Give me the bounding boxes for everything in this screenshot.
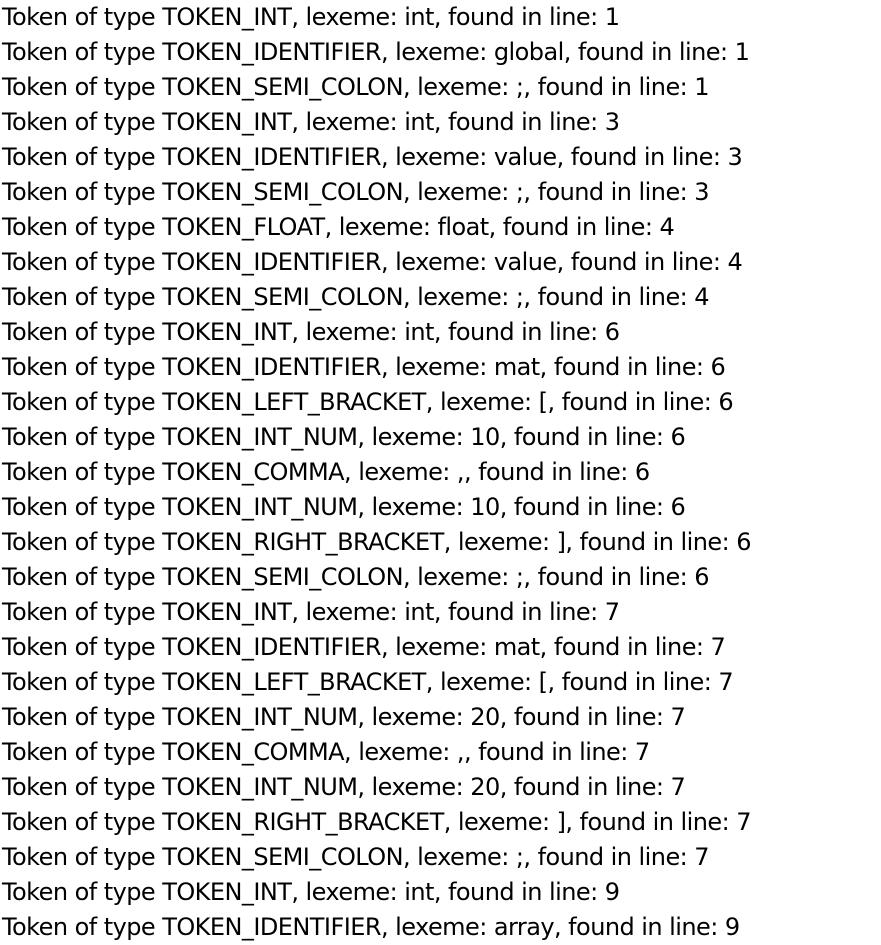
token-line: Token of type TOKEN_SEMI_COLON, lexeme: …	[2, 843, 710, 871]
token-line: Token of type TOKEN_COMMA, lexeme: ,, fo…	[2, 458, 650, 486]
token-line: Token of type TOKEN_COMMA, lexeme: ,, fo…	[2, 738, 650, 766]
token-line: Token of type TOKEN_INT_NUM, lexeme: 10,…	[2, 493, 686, 521]
token-line: Token of type TOKEN_FLOAT, lexeme: float…	[2, 213, 675, 241]
token-line: Token of type TOKEN_SEMI_COLON, lexeme: …	[2, 178, 710, 206]
token-line: Token of type TOKEN_SEMI_COLON, lexeme: …	[2, 563, 710, 591]
token-line: Token of type TOKEN_RIGHT_BRACKET, lexem…	[2, 528, 752, 556]
token-line: Token of type TOKEN_SEMI_COLON, lexeme: …	[2, 283, 710, 311]
token-line: Token of type TOKEN_IDENTIFIER, lexeme: …	[2, 143, 743, 171]
token-line: Token of type TOKEN_LEFT_BRACKET, lexeme…	[2, 388, 734, 416]
token-line: Token of type TOKEN_INT, lexeme: int, fo…	[2, 598, 620, 626]
token-line: Token of type TOKEN_IDENTIFIER, lexeme: …	[2, 248, 743, 276]
token-line: Token of type TOKEN_SEMI_COLON, lexeme: …	[2, 73, 710, 101]
token-log-output: Token of type TOKEN_INT, lexeme: int, fo…	[0, 0, 881, 945]
token-line: Token of type TOKEN_INT_NUM, lexeme: 20,…	[2, 703, 686, 731]
token-line: Token of type TOKEN_INT, lexeme: int, fo…	[2, 878, 620, 906]
token-line: Token of type TOKEN_INT_NUM, lexeme: 20,…	[2, 773, 686, 801]
token-line: Token of type TOKEN_INT, lexeme: int, fo…	[2, 108, 620, 136]
token-line: Token of type TOKEN_INT, lexeme: int, fo…	[2, 3, 620, 31]
token-line: Token of type TOKEN_IDENTIFIER, lexeme: …	[2, 633, 726, 661]
token-line: Token of type TOKEN_LEFT_BRACKET, lexeme…	[2, 668, 734, 696]
token-line: Token of type TOKEN_INT, lexeme: int, fo…	[2, 318, 620, 346]
token-line: Token of type TOKEN_IDENTIFIER, lexeme: …	[2, 353, 726, 381]
token-line: Token of type TOKEN_IDENTIFIER, lexeme: …	[2, 913, 740, 941]
token-line: Token of type TOKEN_INT_NUM, lexeme: 10,…	[2, 423, 686, 451]
token-line: Token of type TOKEN_IDENTIFIER, lexeme: …	[2, 38, 750, 66]
token-line: Token of type TOKEN_RIGHT_BRACKET, lexem…	[2, 808, 752, 836]
